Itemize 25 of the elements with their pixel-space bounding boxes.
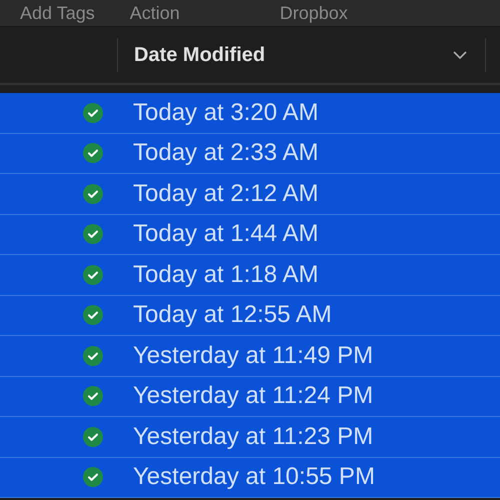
file-row[interactable]: Today at 2:33 AM <box>0 134 500 174</box>
date-cell: Today at 1:18 AM <box>133 260 318 289</box>
file-row[interactable]: Today at 1:18 AM <box>0 255 500 296</box>
chevron-down-icon[interactable] <box>453 51 467 59</box>
toolbar-button[interactable]: Add Tags <box>20 2 95 24</box>
file-row[interactable]: Today at 12:55 AM <box>0 296 500 336</box>
file-row[interactable]: Yesterday at 11:23 PM <box>0 417 500 458</box>
toolbar-button[interactable]: Action <box>130 2 180 24</box>
file-row[interactable]: Today at 1:44 AM <box>0 214 500 255</box>
file-row[interactable]: Today at 2:12 AM <box>0 174 500 214</box>
date-cell: Yesterday at 11:49 PM <box>133 342 374 370</box>
file-row[interactable]: Yesterday at 11:49 PM <box>0 336 500 376</box>
file-row[interactable]: Today at 3:20 AM <box>0 93 500 134</box>
date-cell: Today at 1:44 AM <box>133 220 318 248</box>
date-cell: Yesterday at 11:24 PM <box>133 382 374 410</box>
column-header[interactable]: Date Modified <box>134 44 453 66</box>
date-cell: Today at 2:33 AM <box>133 139 318 168</box>
file-row[interactable]: Yesterday at 10:55 PM <box>0 458 500 498</box>
date-cell: Yesterday at 11:23 PM <box>133 422 374 451</box>
date-cell: Today at 3:20 AM <box>133 98 318 127</box>
toolbar-button[interactable]: Dropbox <box>280 2 348 24</box>
file-row[interactable]: Yesterday at 11:24 PM <box>0 376 500 417</box>
date-cell: Today at 2:12 AM <box>133 180 318 208</box>
date-cell: Today at 12:55 AM <box>133 301 332 330</box>
date-cell: Yesterday at 10:55 PM <box>133 463 375 492</box>
